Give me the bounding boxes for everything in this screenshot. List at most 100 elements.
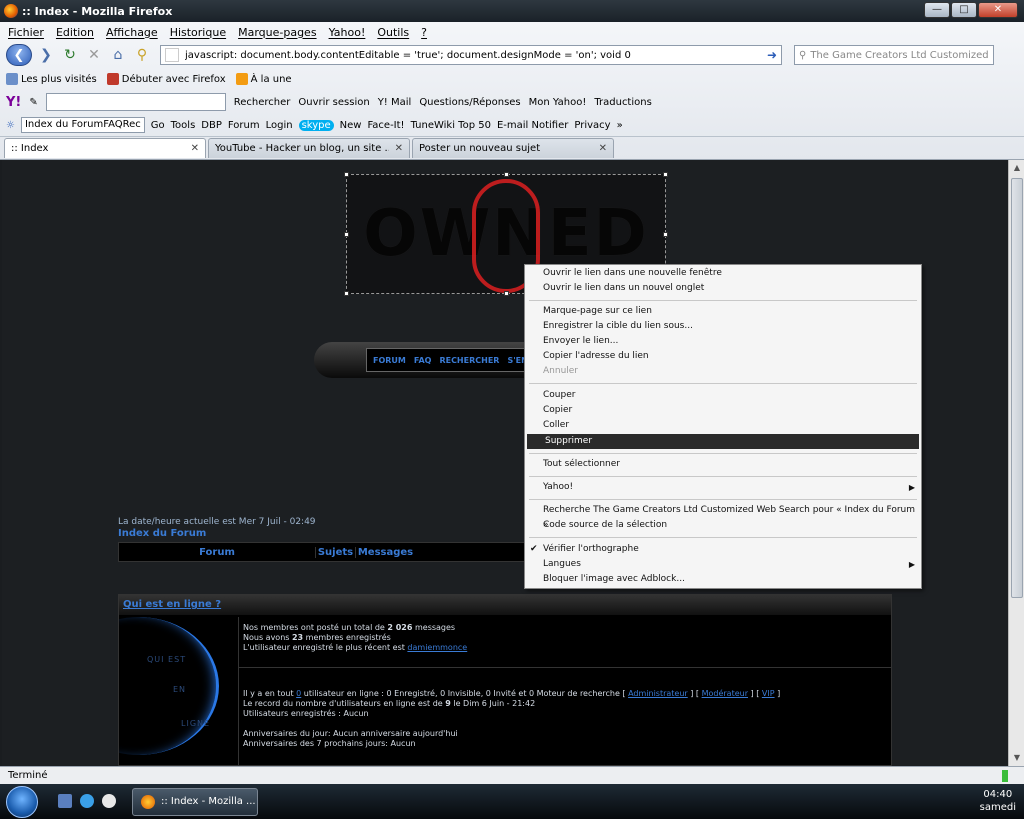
toolbar-face-it[interactable]: Face-It! <box>367 120 404 131</box>
bookmark-debuter[interactable]: Débuter avec Firefox <box>106 73 226 85</box>
ctx-copy[interactable]: Copier <box>525 403 921 418</box>
ctx-delete[interactable]: Supprimer <box>527 434 919 449</box>
ctx-web-search[interactable]: Recherche The Game Creators Ltd Customiz… <box>525 503 921 530</box>
internet-explorer-icon[interactable] <box>80 794 94 808</box>
back-button[interactable]: ❮ <box>6 44 32 66</box>
go-arrow-icon[interactable]: ➜ <box>767 48 777 62</box>
yahoo-rechercher[interactable]: Rechercher <box>234 97 291 108</box>
reload-icon[interactable]: ↻ <box>60 45 80 65</box>
yahoo-questions[interactable]: Questions/Réponses <box>419 97 520 108</box>
moderator-link[interactable]: Modérateur <box>702 689 748 698</box>
ctx-paste[interactable]: Coller <box>525 418 921 433</box>
forum-select[interactable]: Index du ForumFAQRec <box>20 117 145 133</box>
toolbar-email-notifier[interactable]: E-mail Notifier <box>497 120 568 131</box>
url-bar[interactable]: javascript: document.body.contentEditabl… <box>160 45 782 65</box>
yahoo-search-input[interactable] <box>45 93 226 111</box>
resize-handle[interactable] <box>504 172 509 177</box>
clock-time[interactable]: 04:40 <box>980 788 1016 801</box>
index-du-forum-link[interactable]: Index du Forum <box>118 528 206 539</box>
menu-fichier[interactable]: Fichier <box>8 26 44 39</box>
stop-icon[interactable]: ✕ <box>84 45 104 65</box>
search-engine-icon[interactable]: ⚲ <box>799 50 806 61</box>
ctx-yahoo[interactable]: Yahoo! ▶ <box>525 480 921 495</box>
pencil-icon[interactable]: ✎ <box>29 97 37 108</box>
resize-handle[interactable] <box>344 232 349 237</box>
tab-youtube[interactable]: YouTube - Hacker un blog, un site ... ✕ <box>208 138 410 158</box>
menu-yahoo[interactable]: Yahoo! <box>329 26 366 39</box>
toolbar-login[interactable]: Login <box>266 120 293 131</box>
bookmark-a-la-une[interactable]: À la une <box>235 73 292 85</box>
nav-faq-link[interactable]: FAQ <box>414 356 432 365</box>
tab-poster[interactable]: Poster un nouveau sujet ✕ <box>412 138 614 158</box>
menu-outils[interactable]: Outils <box>377 26 409 39</box>
yahoo-mail[interactable]: Y! Mail <box>378 97 412 108</box>
toolbar-privacy[interactable]: Privacy <box>574 120 610 131</box>
ctx-save-link[interactable]: Enregistrer la cible du lien sous... <box>525 319 921 334</box>
minimize-button[interactable]: — <box>924 2 950 18</box>
scroll-up-icon[interactable]: ▲ <box>1009 160 1024 176</box>
tab-close-icon[interactable]: ✕ <box>191 143 199 154</box>
extra-toolbar: ☼ Index du ForumFAQRec Go Tools DBP Foru… <box>0 114 1024 136</box>
online-title-link[interactable]: Qui est en ligne ? <box>119 595 891 615</box>
ctx-send-link[interactable]: Envoyer le lien... <box>525 334 921 349</box>
forward-button[interactable]: ❯ <box>36 45 56 65</box>
menu-marque-pages[interactable]: Marque-pages <box>238 26 316 39</box>
window-titlebar[interactable]: :: Index - Mozilla Firefox — □ ✕ <box>0 0 1024 22</box>
tab-close-icon[interactable]: ✕ <box>599 143 607 154</box>
toolbar-forum[interactable]: Forum <box>228 120 260 131</box>
menu-help[interactable]: ? <box>421 26 427 39</box>
start-button[interactable] <box>6 786 38 818</box>
ctx-spellcheck[interactable]: ✔ Vérifier l'orthographe <box>525 542 921 557</box>
taskbar-firefox-button[interactable]: :: Index - Mozilla ... <box>132 788 258 816</box>
toolbar-dbp[interactable]: DBP <box>201 120 222 131</box>
yahoo-traductions[interactable]: Traductions <box>594 97 651 108</box>
ctx-copy-link[interactable]: Copier l'adresse du lien <box>525 349 921 364</box>
toolbar-new[interactable]: New <box>340 120 362 131</box>
media-player-icon[interactable] <box>102 794 116 808</box>
menu-edition[interactable]: Edition <box>56 26 94 39</box>
resize-handle[interactable] <box>344 172 349 177</box>
admin-link[interactable]: Administrateur <box>628 689 688 698</box>
key-icon[interactable]: ⚲ <box>132 45 152 65</box>
resize-handle[interactable] <box>663 172 668 177</box>
scroll-thumb[interactable] <box>1011 178 1023 598</box>
ctx-cut[interactable]: Couper <box>525 388 921 403</box>
ctx-adblock[interactable]: Bloquer l'image avec Adblock... <box>525 572 921 587</box>
yahoo-logo-icon[interactable]: Y! <box>6 95 21 110</box>
show-desktop-icon[interactable] <box>58 794 72 808</box>
yahoo-mon-yahoo[interactable]: Mon Yahoo! <box>529 97 587 108</box>
resize-handle[interactable] <box>344 291 349 296</box>
yahoo-ouvrir-session[interactable]: Ouvrir session <box>298 97 369 108</box>
close-button[interactable]: ✕ <box>978 2 1018 18</box>
vertical-scrollbar[interactable]: ▲ ▼ <box>1008 160 1024 766</box>
skype-icon[interactable]: skype <box>298 119 334 131</box>
ctx-open-new-window[interactable]: Ouvrir le lien dans une nouvelle fenêtre <box>525 266 921 281</box>
maximize-button[interactable]: □ <box>951 2 977 18</box>
vip-link[interactable]: VIP <box>762 689 775 698</box>
nav-rechercher-link[interactable]: RECHERCHER <box>439 356 499 365</box>
menu-affichage[interactable]: Affichage <box>106 26 158 39</box>
ctx-separator <box>529 453 917 454</box>
ctx-languages[interactable]: Langues ▶ <box>525 557 921 572</box>
ctx-view-source[interactable]: Code source de la sélection <box>525 518 921 533</box>
toolbar-tunewiki[interactable]: TuneWiki Top 50 <box>411 120 491 131</box>
home-icon[interactable]: ⌂ <box>108 45 128 65</box>
globe-icon[interactable]: ☼ <box>6 120 15 131</box>
tab-index[interactable]: :: Index ✕ <box>4 138 206 158</box>
toolbar-go[interactable]: Go <box>151 120 165 131</box>
toolbar-overflow[interactable]: » <box>617 120 623 131</box>
ctx-bookmark-link[interactable]: Marque-page sur ce lien <box>525 304 921 319</box>
web-search-box[interactable]: ⚲ The Game Creators Ltd Customized <box>794 45 994 65</box>
bookmark-les-plus-visites[interactable]: Les plus visités <box>6 73 97 85</box>
menu-historique[interactable]: Historique <box>170 26 226 39</box>
ctx-open-new-tab[interactable]: Ouvrir le lien dans un nouvel onglet <box>525 281 921 296</box>
nav-forum-link[interactable]: FORUM <box>373 356 406 365</box>
resize-handle[interactable] <box>504 291 509 296</box>
newest-member-link[interactable]: damiemmonce <box>407 643 467 652</box>
tab-close-icon[interactable]: ✕ <box>395 143 403 154</box>
ctx-select-all[interactable]: Tout sélectionner <box>525 457 921 472</box>
resize-handle[interactable] <box>663 232 668 237</box>
toolbar-tools[interactable]: Tools <box>171 120 196 131</box>
scroll-down-icon[interactable]: ▼ <box>1009 750 1024 766</box>
url-text[interactable]: javascript: document.body.contentEditabl… <box>185 50 763 61</box>
